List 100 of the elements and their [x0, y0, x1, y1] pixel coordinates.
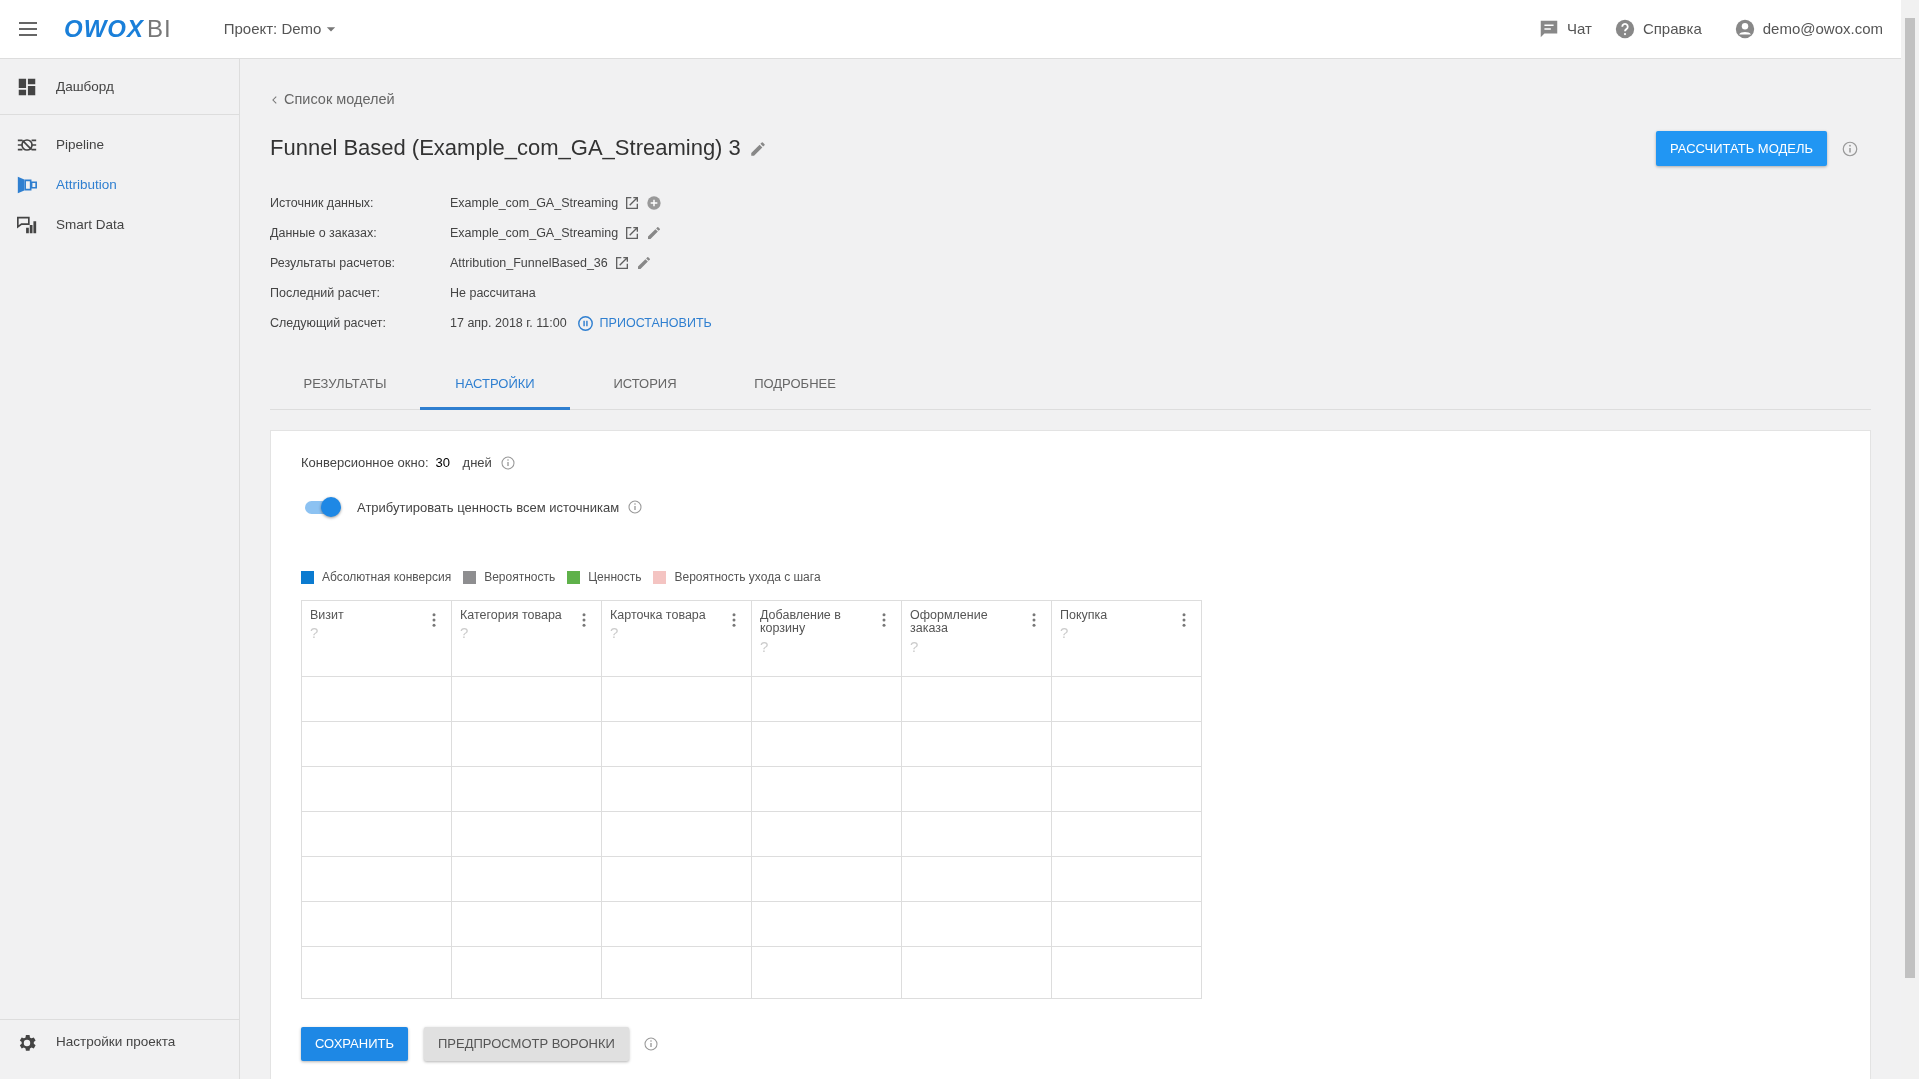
table-cell[interactable]	[902, 902, 1052, 948]
save-button[interactable]: СОХРАНИТЬ	[301, 1027, 408, 1061]
column-title: Карточка товара	[610, 609, 707, 623]
table-cell[interactable]	[602, 722, 752, 768]
table-cell[interactable]	[1052, 767, 1202, 813]
table-cell[interactable]	[452, 767, 602, 813]
help-mark: ?	[1060, 623, 1070, 644]
help-mark: ?	[910, 636, 920, 657]
breadcrumb-link[interactable]: Список моделей	[284, 89, 395, 111]
table-cell[interactable]	[902, 722, 1052, 768]
column-title: Добавление в корзину	[760, 609, 842, 636]
sidebar-item[interactable]: Pipeline	[56, 134, 105, 156]
table-cell[interactable]	[1052, 677, 1202, 723]
add-icon[interactable]	[646, 195, 663, 212]
table-cell[interactable]	[752, 947, 902, 1000]
pencil-icon[interactable]	[646, 225, 663, 242]
table-cell[interactable]	[902, 767, 1052, 813]
pencil-icon[interactable]	[748, 139, 767, 158]
field-label: Результаты расчетов:	[270, 254, 397, 272]
unit-label: дней	[462, 453, 492, 472]
field-label: Последний расчет:	[270, 284, 382, 302]
table-cell[interactable]	[302, 902, 452, 948]
table-cell[interactable]	[452, 902, 602, 948]
table-cell[interactable]	[1052, 857, 1202, 903]
pause-icon[interactable]	[576, 314, 594, 332]
table-cell[interactable]	[752, 902, 902, 948]
dashboard-icon[interactable]	[16, 76, 38, 98]
table-cell[interactable]	[602, 812, 752, 858]
table-cell[interactable]	[752, 812, 902, 858]
field-value: Example_com_GA_Streaming	[450, 224, 619, 242]
field-value: Attribution_FunnelBased_36	[450, 254, 608, 272]
tab[interactable]: ПОДРОБНЕЕ	[720, 362, 870, 410]
table-cell[interactable]	[752, 767, 902, 813]
preview-button[interactable]: ПРЕДПРОСМОТР ВОРОНКИ	[424, 1027, 629, 1061]
table-cell[interactable]	[302, 677, 452, 723]
table-cell[interactable]	[1052, 902, 1202, 948]
table-cell[interactable]	[452, 812, 602, 858]
help-icon[interactable]	[1613, 18, 1636, 40]
table-cell[interactable]	[452, 722, 602, 768]
days-input[interactable]: 30	[433, 452, 458, 473]
column-title: Оформление заказа	[910, 609, 989, 636]
field-label: Конверсионное окно:	[301, 453, 429, 472]
field-value: Не рассчитана	[450, 284, 536, 302]
external-link-icon[interactable]	[613, 255, 630, 272]
table-cell[interactable]	[602, 902, 752, 948]
user-email[interactable]: demo@owox.com	[1762, 17, 1883, 41]
table-cell[interactable]	[752, 722, 902, 768]
calculate-button[interactable]: РАССЧИТАТЬ МОДЕЛЬ	[1656, 130, 1827, 167]
header-link[interactable]: Чат	[1567, 17, 1592, 41]
help-mark: ?	[760, 636, 770, 657]
table-cell[interactable]	[1052, 722, 1202, 768]
table-cell[interactable]	[1052, 947, 1202, 1000]
field-label: Следующий расчет:	[270, 314, 387, 332]
sidebar-item[interactable]: Smart Data	[56, 214, 125, 236]
tab[interactable]: НАСТРОЙКИ	[420, 362, 570, 410]
sidebar-item[interactable]: Настройки проекта	[56, 1032, 176, 1053]
external-link-icon[interactable]	[624, 195, 641, 212]
account-icon[interactable]	[1733, 18, 1756, 40]
table-cell[interactable]	[902, 947, 1052, 1000]
table-cell[interactable]	[452, 947, 602, 1000]
header-link[interactable]: Справка	[1642, 17, 1702, 41]
table-cell[interactable]	[752, 857, 902, 903]
table-cell[interactable]	[452, 857, 602, 903]
info-icon	[1841, 139, 1859, 158]
legend-label: Абсолютная конверсия	[322, 569, 452, 587]
tab[interactable]: РЕЗУЛЬТАТЫ	[270, 362, 420, 410]
table-cell[interactable]	[1052, 812, 1202, 858]
table-cell[interactable]	[452, 677, 602, 723]
sidebar-item[interactable]: Attribution	[56, 174, 117, 196]
table-cell[interactable]	[902, 857, 1052, 903]
field-value: Example_com_GA_Streaming	[450, 194, 619, 212]
table-cell[interactable]	[302, 722, 452, 768]
funnel-icon[interactable]	[16, 174, 38, 196]
table-cell[interactable]	[902, 812, 1052, 858]
sidebar-item[interactable]: Дашборд	[56, 76, 114, 98]
pencil-icon[interactable]	[635, 255, 652, 272]
table-cell[interactable]	[602, 947, 752, 1000]
table-cell[interactable]	[902, 677, 1052, 723]
table-cell[interactable]	[302, 812, 452, 858]
project-selector[interactable]: Проект: Demo	[223, 17, 322, 41]
tab[interactable]: ИСТОРИЯ	[570, 362, 720, 410]
help-mark: ?	[610, 623, 620, 644]
info-icon	[627, 499, 644, 516]
table-cell[interactable]	[302, 767, 452, 813]
legend-label: Вероятность	[484, 569, 556, 587]
pause-link[interactable]: ПРИОСТАНОВИТЬ	[599, 313, 712, 333]
field-label: Источник данных:	[270, 194, 375, 212]
external-link-icon[interactable]	[624, 225, 641, 242]
table-cell[interactable]	[602, 677, 752, 723]
chat-bars-icon[interactable]	[16, 214, 38, 236]
table-cell[interactable]	[602, 767, 752, 813]
column-title: Категория товара	[460, 609, 563, 623]
table-cell[interactable]	[302, 857, 452, 903]
legend-label: Ценность	[588, 569, 642, 587]
field-label: Данные о заказах:	[270, 224, 378, 242]
table-cell[interactable]	[752, 677, 902, 723]
logo[interactable]: OWOX BI	[64, 11, 172, 47]
info-icon	[642, 1036, 659, 1052]
table-cell[interactable]	[602, 857, 752, 903]
table-cell[interactable]	[302, 947, 452, 1000]
